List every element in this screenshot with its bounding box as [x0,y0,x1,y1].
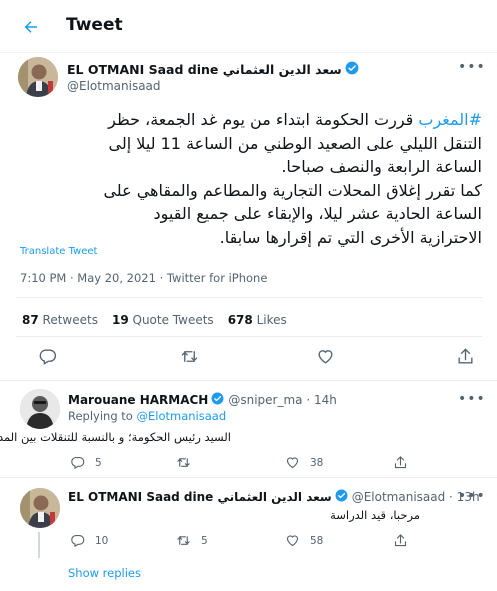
tweet-line: التنقل الليلي على الصعيد الوطني من الساع… [108,133,482,153]
quote-tweets-stat[interactable]: 19 Quote Tweets [112,313,214,327]
retweet-icon [177,458,190,467]
reply-icon [39,349,57,365]
heart-icon [286,535,299,547]
tweet-line: الساعة الرابعة والنصف صباحا. [281,157,482,176]
author-name[interactable]: EL OTMANI Saad dine سعد الدين العثماني [67,62,342,77]
more-options-icon[interactable]: ••• [458,59,486,75]
share-icon [458,348,473,364]
translate-tweet-link[interactable]: Translate Tweet [20,246,97,257]
heart-icon [318,350,333,364]
reply-button[interactable]: 10 [70,533,108,548]
reply-text: مرحبا، قيد الدراسة [330,508,420,522]
retweet-icon [177,536,190,545]
reply-handle-time[interactable]: @sniper_ma · 14h [228,393,337,407]
share-icon [394,534,407,547]
mention-link[interactable]: @Elotmanisaad [137,409,227,423]
share-button[interactable] [393,455,418,470]
like-button[interactable]: 58 [285,533,323,548]
reply-author-line[interactable]: EL OTMANI Saad dine سعد الدين العثماني @… [68,489,480,505]
verified-badge-icon [335,489,348,505]
tweet-stats: 87 Retweets 19 Quote Tweets 678 Likes [22,313,301,327]
top-header: Tweet [0,0,497,53]
divider [0,477,497,478]
divider [16,336,482,337]
author-name-line[interactable]: EL OTMANI Saad dine سعد الدين العثماني [67,61,359,78]
divider [0,380,497,381]
reply-author-name[interactable]: EL OTMANI Saad dine سعد الدين العثماني [68,490,332,504]
tweet-line: #المغرب قررت الحكومة ابتداء من يوم غد ال… [108,110,482,129]
avatar[interactable] [18,57,58,97]
back-button[interactable] [14,10,48,44]
author-handle[interactable]: @Elotmanisaad [67,79,161,93]
reply-author-line[interactable]: Marouane HARMACH @sniper_ma · 14h [68,392,337,408]
thread-connector [38,532,40,558]
reply-icon [71,456,85,470]
avatar[interactable] [20,488,60,528]
retweets-stat[interactable]: 87 Retweets [22,313,98,327]
reply-button[interactable] [38,347,57,366]
reply-count: 10 [95,534,109,547]
verified-badge-icon [211,392,224,408]
avatar-image [20,389,60,429]
retweet-button[interactable] [176,455,201,470]
like-button[interactable]: 38 [285,455,323,470]
avatar-image [18,57,58,97]
tweet-action-bar [0,347,497,369]
share-button[interactable] [456,347,475,366]
verified-badge-icon [345,61,359,78]
hashtag-link[interactable]: #المغرب [418,110,482,129]
retweet-button[interactable]: 5 [176,533,208,548]
reply-button[interactable]: 5 [70,455,102,470]
tweet-line: الساعة الحادية عشر ليلا، والإبقاء على جم… [153,204,482,223]
reply-count: 5 [95,456,102,469]
replying-to: Replying to @Elotmanisaad [68,409,227,423]
tweet-line: كما تقرر إغلاق المحلات التجارية والمطاعم… [103,180,482,200]
avatar[interactable] [20,389,60,429]
page-title: Tweet [66,15,123,35]
retweet-count: 5 [201,534,208,547]
like-button[interactable] [316,347,335,366]
reply-text: السيد رئيس الحكومة؛ و بالنسبة للتنقلات ب… [0,430,231,444]
show-replies-link[interactable]: Show replies [68,566,141,580]
like-count: 38 [310,456,324,469]
more-options-icon[interactable]: ••• [458,391,486,407]
heart-icon [286,457,299,469]
like-count: 58 [310,534,324,547]
retweet-button[interactable] [180,347,199,366]
retweet-icon [181,350,198,363]
share-button[interactable] [393,533,418,548]
tweet-text: #المغرب قررت الحكومة ابتداء من يوم غد ال… [16,108,482,249]
reply-icon [71,534,85,548]
likes-stat[interactable]: 678 Likes [228,313,287,327]
share-icon [394,456,407,469]
avatar-image [20,488,60,528]
divider [16,297,482,298]
reply-author-name[interactable]: Marouane HARMACH [68,393,208,407]
arrow-left-icon [24,21,37,33]
tweet-timestamp[interactable]: 7:10 PM · May 20, 2021 · Twitter for iPh… [20,271,267,285]
more-options-icon[interactable]: ••• [458,488,486,504]
